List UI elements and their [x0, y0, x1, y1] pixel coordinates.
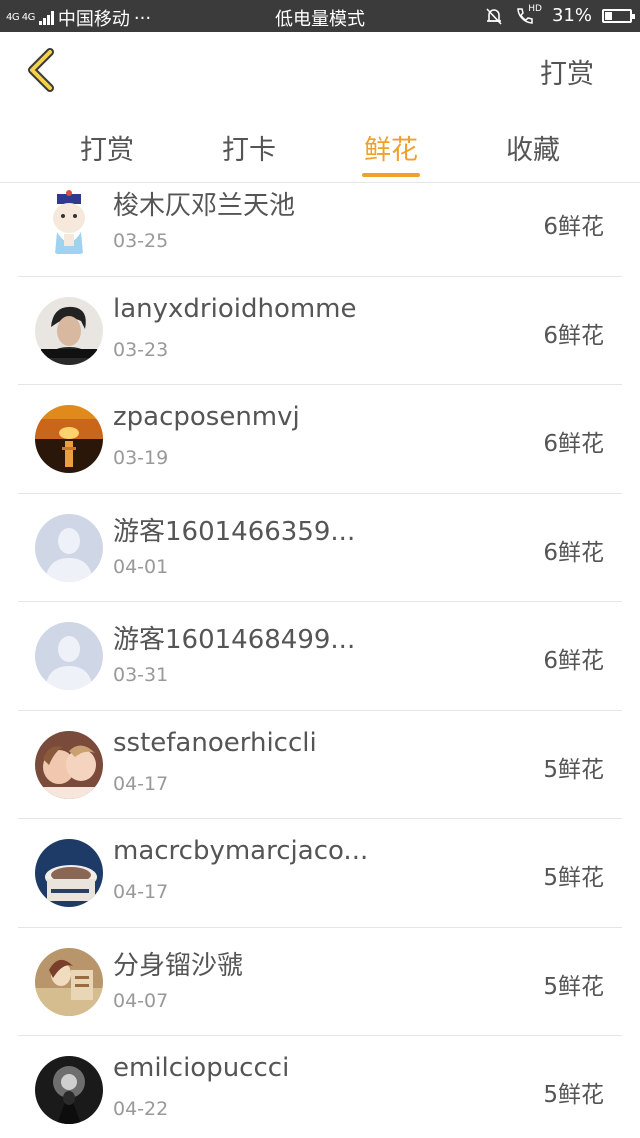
user-avatar[interactable] — [35, 1056, 103, 1124]
gift-date: 04-07 — [113, 989, 169, 1012]
default-avatar-icon — [35, 513, 103, 582]
default-avatar-icon — [35, 622, 103, 690]
user-avatar[interactable] — [35, 622, 103, 690]
tab-label: 收藏 — [506, 135, 560, 166]
flower-list[interactable]: 梭木仄邓兰天池 03-25 6鲜花 lanyxdrioidhomme 03-23… — [0, 168, 640, 1138]
portrait-avatar-icon — [35, 296, 103, 365]
user-name: 分身镏沙虢 — [113, 950, 244, 981]
flower-count: 6鲜花 — [543, 214, 604, 240]
battery-icon — [602, 8, 635, 23]
flower-count: 6鲜花 — [543, 648, 604, 674]
tab-checkin[interactable]: 打卡 — [222, 128, 276, 167]
sunset-avatar-icon — [35, 405, 103, 473]
list-item[interactable]: 游客1601468499... 03-31 6鲜花 — [18, 602, 622, 711]
list-item[interactable]: macrcbymarcjaco... 04-17 5鲜花 — [18, 819, 622, 928]
list-item[interactable]: 分身镏沙虢 04-07 5鲜花 — [18, 928, 622, 1036]
user-name: zpacposenmvj — [113, 402, 300, 432]
gift-date: 04-17 — [113, 881, 169, 903]
list-item[interactable]: sstefanoerhiccli 04-17 5鲜花 — [18, 711, 622, 819]
user-avatar[interactable] — [35, 188, 103, 256]
bell-muted-icon — [486, 7, 502, 25]
list-item[interactable]: 游客1601466359... 04-01 6鲜花 — [18, 494, 622, 602]
flower-count: 6鲜花 — [543, 431, 604, 457]
gift-date: 03-31 — [113, 664, 169, 686]
babies-photo-avatar-icon — [35, 730, 103, 799]
gift-date: 04-22 — [113, 1098, 169, 1120]
user-avatar[interactable] — [35, 730, 103, 799]
nav-bar: 打赏 — [0, 32, 640, 108]
coffee-photo-avatar-icon — [35, 839, 103, 907]
flower-count: 6鲜花 — [543, 539, 604, 566]
user-name: macrcbymarcjaco... — [113, 836, 369, 866]
flower-count: 5鲜花 — [543, 973, 604, 1000]
cartoon-avatar-icon — [35, 188, 103, 256]
back-button[interactable] — [20, 46, 64, 94]
flower-count: 5鲜花 — [543, 756, 604, 783]
user-avatar[interactable] — [35, 296, 103, 365]
hd-call-icon: HD — [514, 3, 542, 26]
status-right: HD 31% — [484, 3, 635, 26]
flower-count: 5鲜花 — [543, 1082, 604, 1108]
list-item[interactable]: zpacposenmvj 03-19 6鲜花 — [18, 385, 622, 494]
dark-photo-avatar-icon — [35, 1056, 103, 1124]
tab-label: 打赏 — [80, 135, 134, 166]
user-name: lanyxdrioidhomme — [113, 293, 357, 324]
tab-favorites[interactable]: 收藏 — [506, 128, 560, 167]
chevron-left-icon — [28, 48, 54, 92]
flower-count: 5鲜花 — [543, 865, 604, 891]
user-name: 梭木仄邓兰天池 — [113, 191, 296, 221]
gift-date: 04-01 — [113, 555, 169, 578]
gift-date: 04-17 — [113, 772, 169, 795]
user-name: emilciopuccci — [113, 1053, 290, 1083]
battery-percent: 31% — [551, 5, 592, 26]
user-name: sstefanoerhiccli — [113, 727, 317, 758]
user-name: 游客1601466359... — [113, 516, 356, 547]
flower-count: 6鲜花 — [543, 322, 604, 349]
tab-reward[interactable]: 打赏 — [80, 128, 134, 167]
list-item[interactable]: emilciopuccci 04-22 5鲜花 — [18, 1036, 622, 1138]
gift-date: 03-23 — [113, 338, 169, 361]
tab-label: 鲜花 — [364, 135, 418, 166]
tab-label: 打卡 — [222, 135, 276, 166]
user-avatar[interactable] — [35, 947, 103, 1016]
user-avatar[interactable] — [35, 405, 103, 473]
user-avatar[interactable] — [35, 839, 103, 907]
battery-fill — [605, 11, 613, 20]
tab-flowers[interactable]: 鲜花 — [362, 128, 420, 177]
gift-date: 03-19 — [113, 447, 169, 469]
list-item[interactable]: lanyxdrioidhomme 03-23 6鲜花 — [18, 277, 622, 385]
gift-date: 03-25 — [113, 230, 169, 252]
hd-label: HD — [528, 3, 542, 14]
illustration-avatar-icon — [35, 947, 103, 1016]
user-name: 游客1601468499... — [113, 625, 356, 655]
user-avatar[interactable] — [35, 513, 103, 582]
reward-action-button[interactable]: 打赏 — [540, 52, 594, 91]
list-item[interactable]: 梭木仄邓兰天池 03-25 6鲜花 — [18, 168, 622, 277]
status-bar: 4G 4G 中国移动 ··· 低电量模式 HD 31% — [0, 0, 640, 32]
